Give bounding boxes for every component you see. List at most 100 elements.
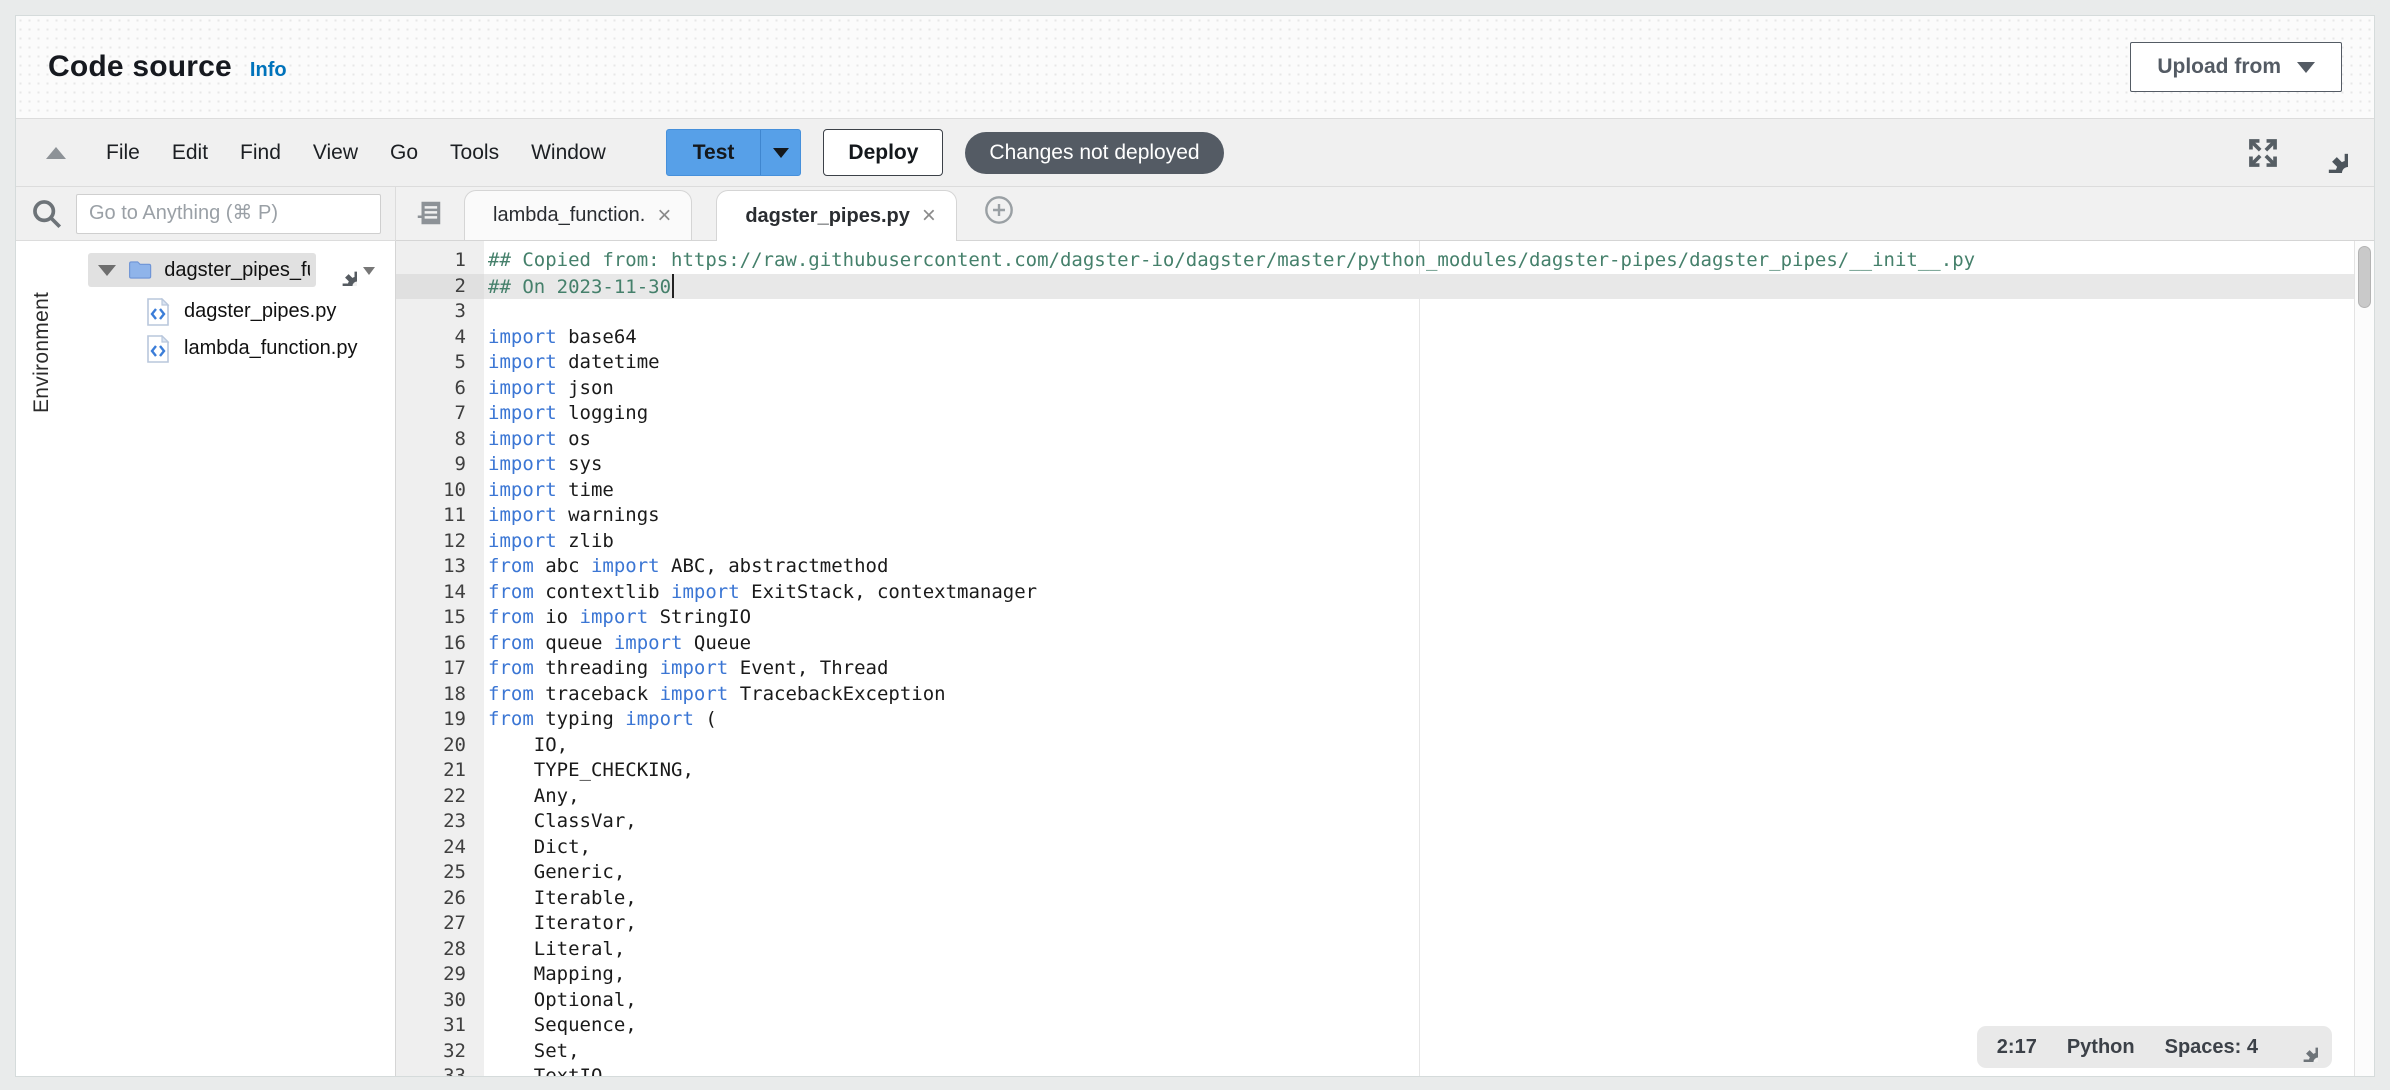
- add-tab-icon[interactable]: [983, 194, 1015, 226]
- code-line-4: import base64: [484, 325, 2374, 351]
- code-line-15: from io import StringIO: [484, 605, 2374, 631]
- token-comment: ## On 2023-11-30: [488, 276, 671, 298]
- collapse-panel-icon[interactable]: [46, 147, 66, 159]
- search-icon: [30, 197, 64, 231]
- tab-lambda-function[interactable]: lambda_function.×: [464, 190, 692, 240]
- code-line-10: import time: [484, 478, 2374, 504]
- header: Code source Info Upload from: [16, 16, 2374, 118]
- environment-panel-label[interactable]: Environment: [30, 253, 64, 413]
- cursor-position-indicator[interactable]: 2:17: [1997, 1036, 2037, 1059]
- token-keyword: import: [488, 504, 557, 526]
- token-text: abc: [534, 555, 591, 577]
- menu-item-edit[interactable]: Edit: [156, 133, 224, 173]
- upload-from-button[interactable]: Upload from: [2130, 42, 2342, 92]
- go-to-anything-input[interactable]: [76, 194, 381, 234]
- token-keyword: from: [488, 581, 534, 603]
- token-text: os: [557, 428, 591, 450]
- test-button-label: Test: [667, 130, 761, 175]
- code-line-7: import logging: [484, 401, 2374, 427]
- token-keyword: from: [488, 632, 534, 654]
- indentation-indicator[interactable]: Spaces: 4: [2165, 1036, 2258, 1059]
- code-line-8: import os: [484, 427, 2374, 453]
- token-text: Set,: [488, 1040, 580, 1062]
- line-number: 21: [396, 758, 466, 784]
- token-keyword: import: [591, 555, 660, 577]
- menu-item-find[interactable]: Find: [224, 133, 297, 173]
- toolbar-group: Test Deploy Changes not deployed: [666, 129, 1224, 176]
- code-pane[interactable]: ## Copied from: https://raw.githubuserco…: [484, 241, 2374, 1076]
- code-file-icon: [146, 335, 170, 363]
- menu-item-window[interactable]: Window: [515, 133, 622, 173]
- settings-gear-icon[interactable]: [2308, 133, 2348, 173]
- fullscreen-expand-icon[interactable]: [2246, 136, 2280, 170]
- code-line-2: ## On 2023-11-30: [484, 274, 2374, 300]
- line-number: 24: [396, 835, 466, 861]
- token-text: zlib: [557, 530, 614, 552]
- tree-file-lambda-function-py[interactable]: lambda_function.py: [88, 330, 389, 367]
- line-number: 8: [396, 427, 466, 453]
- test-dropdown-arrow[interactable]: [760, 130, 800, 175]
- code-line-13: from abc import ABC, abstractmethod: [484, 554, 2374, 580]
- code-line-6: import json: [484, 376, 2374, 402]
- tab-list-icon[interactable]: [414, 198, 444, 228]
- line-number: 14: [396, 580, 466, 606]
- code-line-19: from typing import (: [484, 707, 2374, 733]
- scrollbar-thumb[interactable]: [2358, 246, 2371, 308]
- menu-bar: FileEditFindViewGoToolsWindow Test Deplo…: [16, 118, 2374, 187]
- line-number: 7: [396, 401, 466, 427]
- text-cursor: [672, 274, 674, 298]
- tree-file-dagster-pipes-py[interactable]: dagster_pipes.py: [88, 293, 389, 330]
- line-number: 23: [396, 809, 466, 835]
- code-line-1: ## Copied from: https://raw.githubuserco…: [484, 248, 2374, 274]
- line-number: 17: [396, 656, 466, 682]
- token-text: Queue: [682, 632, 751, 654]
- code-line-21: TYPE_CHECKING,: [484, 758, 2374, 784]
- line-number: 4: [396, 325, 466, 351]
- chevron-down-icon: [773, 148, 789, 158]
- close-tab-icon[interactable]: ×: [922, 204, 936, 228]
- token-text: threading: [534, 657, 660, 679]
- token-text: Mapping,: [488, 963, 625, 985]
- token-text: ABC, abstractmethod: [660, 555, 889, 577]
- tab-label: dagster_pipes.py: [745, 205, 910, 228]
- folder-name: dagster_pipes_funct: [164, 259, 310, 282]
- code-file-icon: [146, 298, 170, 326]
- code-line-18: from traceback import TracebackException: [484, 682, 2374, 708]
- token-text: time: [557, 479, 614, 501]
- folder-settings-control[interactable]: [327, 256, 375, 286]
- close-tab-icon[interactable]: ×: [657, 204, 671, 228]
- menu-item-tools[interactable]: Tools: [434, 133, 515, 173]
- token-keyword: from: [488, 606, 534, 628]
- menu-item-go[interactable]: Go: [374, 133, 434, 173]
- token-text: Any,: [488, 785, 580, 807]
- token-keyword: import: [488, 377, 557, 399]
- code-line-24: Dict,: [484, 835, 2374, 861]
- menu-item-view[interactable]: View: [297, 133, 374, 173]
- line-number: 13: [396, 554, 466, 580]
- deploy-button[interactable]: Deploy: [823, 129, 943, 176]
- token-text: IO,: [488, 734, 568, 756]
- line-number: 15: [396, 605, 466, 631]
- folder-expanded-icon[interactable]: [98, 265, 116, 276]
- line-number: 16: [396, 631, 466, 657]
- tab-dagster-pipes-py[interactable]: dagster_pipes.py ×: [716, 190, 957, 241]
- chevron-down-icon: [363, 267, 375, 275]
- code-line-25: Generic,: [484, 860, 2374, 886]
- token-text: json: [557, 377, 614, 399]
- folder-icon: [128, 258, 152, 282]
- token-text: queue: [534, 632, 614, 654]
- vertical-scrollbar[interactable]: [2354, 241, 2374, 1076]
- menubar-icons: [2246, 133, 2348, 173]
- code-line-17: from threading import Event, Thread: [484, 656, 2374, 682]
- quick-open-cell: [16, 187, 396, 241]
- folder-dagster-pipes-function[interactable]: dagster_pipes_funct: [88, 253, 316, 287]
- test-button[interactable]: Test: [666, 129, 802, 176]
- file-name: lambda_function.py: [184, 337, 357, 360]
- line-number: 5: [396, 350, 466, 376]
- info-link[interactable]: Info: [250, 59, 287, 82]
- language-mode-indicator[interactable]: Python: [2067, 1036, 2135, 1059]
- main-area: Environment dagster_pipes_funct: [16, 241, 2374, 1076]
- menu-item-file[interactable]: File: [90, 133, 156, 173]
- editor-settings-gear-icon[interactable]: [2288, 1032, 2318, 1062]
- token-text: Literal,: [488, 938, 625, 960]
